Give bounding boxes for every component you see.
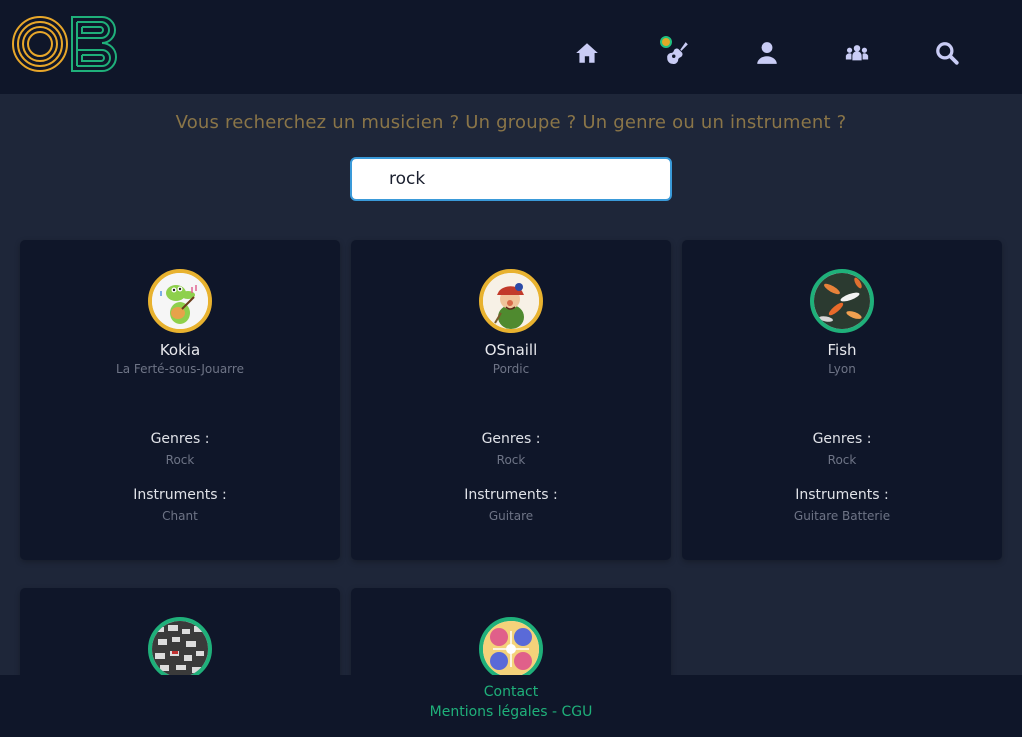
musician-card[interactable]: Fish Lyon Genres : Rock Instruments : Gu… <box>682 240 1002 560</box>
avatar <box>810 269 874 333</box>
contact-link[interactable]: Contact <box>0 684 1022 700</box>
search-icon[interactable] <box>932 38 962 68</box>
instruments-value: Guitare <box>488 509 534 523</box>
notification-dot <box>660 36 672 48</box>
genres-label: Genres : <box>812 431 872 447</box>
musician-name: Fish <box>827 341 857 359</box>
home-icon[interactable] <box>572 38 602 68</box>
search-input[interactable] <box>350 157 672 201</box>
musician-name: Kokia <box>159 341 201 359</box>
instruments-label: Instruments : <box>464 487 558 503</box>
musician-name: OSnaill <box>484 341 538 359</box>
instruments-value: Guitare Batterie <box>793 509 891 523</box>
avatar <box>148 617 212 681</box>
musician-card[interactable] <box>20 588 340 688</box>
genres-value: Rock <box>827 453 857 467</box>
genres-label: Genres : <box>150 431 210 447</box>
ob-logo[interactable] <box>12 14 126 74</box>
musician-card[interactable]: OSnaill Pordic Genres : Rock Instruments… <box>351 240 671 560</box>
genres-value: Rock <box>165 453 195 467</box>
avatar <box>148 269 212 333</box>
group-icon[interactable] <box>842 38 872 68</box>
search-tagline: Vous recherchez un musicien ? Un groupe … <box>175 112 847 133</box>
avatar <box>479 617 543 681</box>
musician-card[interactable] <box>351 588 671 688</box>
musician-card[interactable]: Kokia La Ferté-sous-Jouarre Genres : Roc… <box>20 240 340 560</box>
user-icon[interactable] <box>752 38 782 68</box>
instruments-label: Instruments : <box>133 487 227 503</box>
header <box>0 0 1022 94</box>
musician-city: La Ferté-sous-Jouarre <box>116 362 244 376</box>
avatar <box>479 269 543 333</box>
instruments-label: Instruments : <box>795 487 889 503</box>
genres-value: Rock <box>496 453 526 467</box>
footer: Contact Mentions légales - CGU <box>0 675 1022 737</box>
musician-city: Lyon <box>828 362 856 376</box>
musician-city: Pordic <box>492 362 530 376</box>
legal-link[interactable]: Mentions légales - CGU <box>0 704 1022 720</box>
genres-label: Genres : <box>481 431 541 447</box>
instruments-value: Chant <box>162 509 198 523</box>
